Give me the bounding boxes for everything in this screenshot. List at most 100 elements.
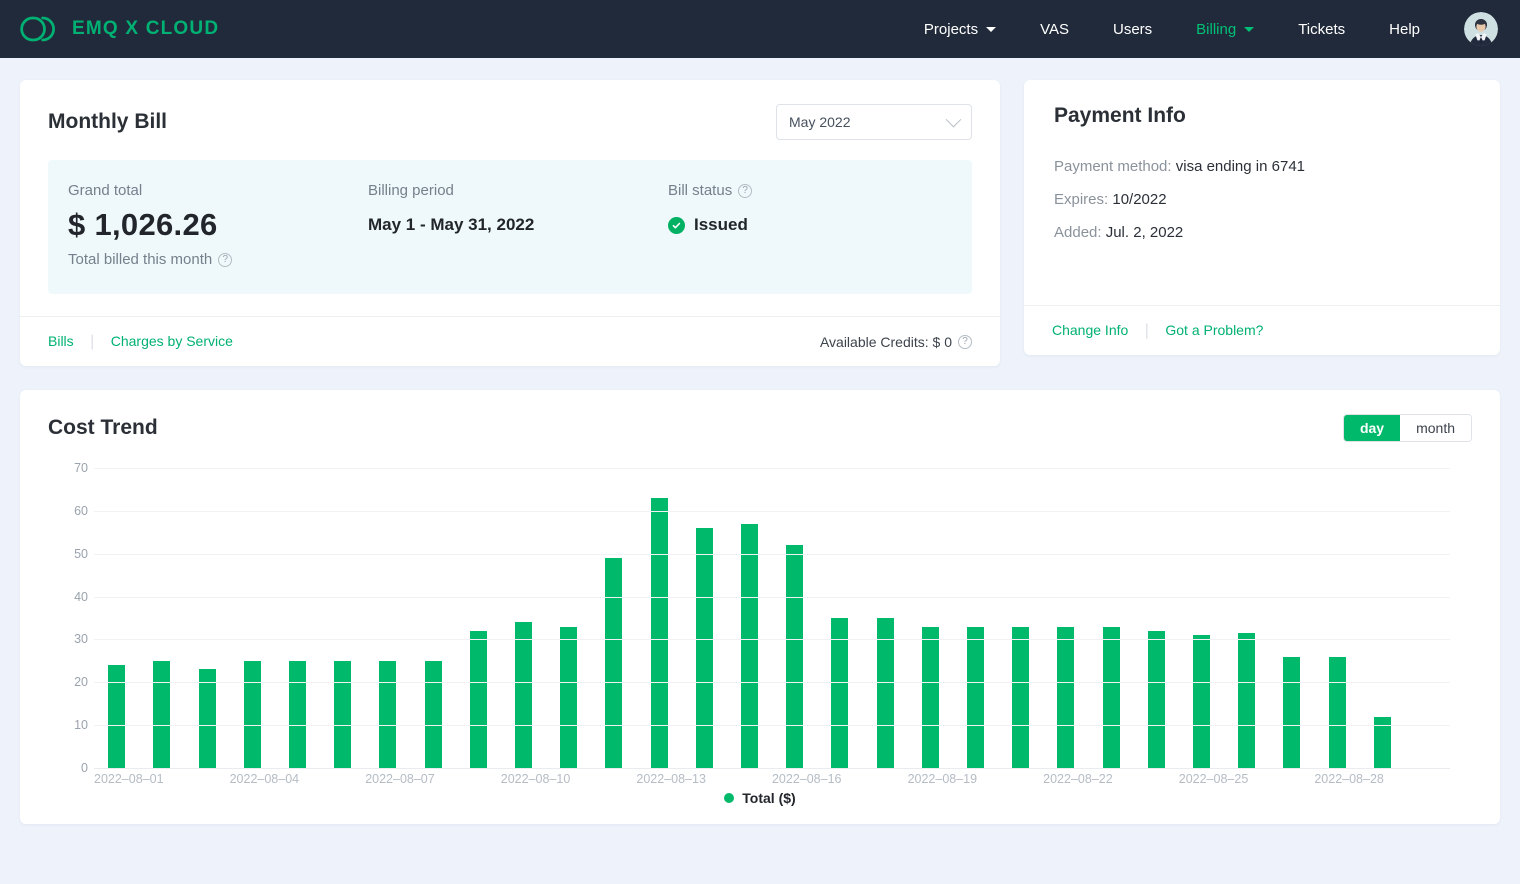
bar-slot[interactable] <box>727 468 772 768</box>
cost-trend-card: Cost Trend day month 2022–08–01 2022–08–0… <box>20 390 1500 824</box>
bar-slot[interactable] <box>1314 468 1359 768</box>
bar-slot[interactable] <box>1269 468 1314 768</box>
chart-bar[interactable] <box>379 660 397 768</box>
bill-summary: Grand total $ 1,026.26 Total billed this… <box>48 160 972 294</box>
bar-slot[interactable] <box>456 468 501 768</box>
bar-slot[interactable] <box>998 468 1043 768</box>
chart-bar[interactable] <box>831 618 849 768</box>
help-circle-icon[interactable]: ? <box>738 183 753 198</box>
brand-logo-area[interactable]: EMQ X CLOUD <box>18 14 219 44</box>
billing-period-block: Billing period May 1 - May 31, 2022 <box>348 182 648 268</box>
chart-bar[interactable] <box>786 545 804 768</box>
legend-color-swatch <box>724 793 735 803</box>
chevron-down-icon <box>945 111 962 127</box>
bar-slot[interactable] <box>862 468 907 768</box>
nav-item-projects[interactable]: Projects <box>902 0 1018 58</box>
nav-item-vas[interactable]: VAS <box>1018 0 1091 58</box>
got-a-problem-link[interactable]: Got a Problem? <box>1165 322 1263 338</box>
chart-bar[interactable] <box>1238 633 1256 768</box>
bar-slot[interactable] <box>953 468 998 768</box>
chart-bar[interactable] <box>876 618 894 768</box>
bar-slot[interactable] <box>501 468 546 768</box>
chart-bar[interactable] <box>1102 626 1120 768</box>
chart-bar[interactable] <box>288 660 306 768</box>
bar-slot[interactable] <box>1043 468 1088 768</box>
x-axis-tick <box>842 772 875 792</box>
bar-slot[interactable] <box>682 468 727 768</box>
bar-slot[interactable] <box>275 468 320 768</box>
bar-slot[interactable] <box>365 468 410 768</box>
x-axis-tick <box>570 772 603 792</box>
bar-slot[interactable] <box>636 468 681 768</box>
toggle-month[interactable]: month <box>1400 415 1471 441</box>
bar-slot[interactable] <box>908 468 953 768</box>
grand-total-value: $ 1,026.26 <box>68 207 218 242</box>
bills-link[interactable]: Bills <box>48 333 74 349</box>
chart-bar[interactable] <box>153 660 171 768</box>
grand-total-label: Grand total <box>68 182 143 199</box>
help-circle-icon[interactable]: ? <box>958 334 972 349</box>
bar-slot[interactable] <box>817 468 862 768</box>
expires-value: 10/2022 <box>1112 191 1167 208</box>
bar-slot[interactable] <box>1088 468 1133 768</box>
bar-slot[interactable] <box>410 468 455 768</box>
chart-bar[interactable] <box>469 630 487 768</box>
nav-item-users[interactable]: Users <box>1091 0 1174 58</box>
change-info-link[interactable]: Change Info <box>1052 322 1128 338</box>
chart-bar[interactable] <box>198 669 216 768</box>
nav-item-tickets[interactable]: Tickets <box>1276 0 1367 58</box>
payment-method-row: Payment method: visa ending in 6741 <box>1054 158 1470 175</box>
x-axis-tick <box>977 772 1010 792</box>
bar-slot[interactable] <box>139 468 184 768</box>
chart-bar[interactable] <box>605 558 623 768</box>
chart-bar[interactable] <box>921 626 939 768</box>
chart-bar[interactable] <box>1283 656 1301 768</box>
bar-slot[interactable] <box>1405 468 1450 768</box>
bar-slot[interactable] <box>1134 468 1179 768</box>
bar-slot[interactable] <box>94 468 139 768</box>
chart-bar[interactable] <box>740 523 758 768</box>
bar-slot[interactable] <box>320 468 365 768</box>
bar-slot[interactable] <box>1179 468 1224 768</box>
charges-by-service-link[interactable]: Charges by Service <box>111 333 233 349</box>
chart-bar[interactable] <box>424 660 442 768</box>
x-axis-tick <box>1113 772 1146 792</box>
payment-info-footer: Change Info | Got a Problem? <box>1024 305 1500 355</box>
chart-bar[interactable] <box>1147 630 1165 768</box>
chart-bar[interactable] <box>108 665 126 768</box>
chart-bar[interactable] <box>514 622 532 768</box>
chart-bar[interactable] <box>695 528 713 768</box>
chart-bar[interactable] <box>650 498 668 768</box>
chart-bar[interactable] <box>560 626 578 768</box>
toggle-day[interactable]: day <box>1343 415 1401 441</box>
cost-trend-header: Cost Trend day month <box>20 390 1500 442</box>
x-axis-tick: 2022–08–22 <box>1043 772 1113 786</box>
bar-slot[interactable] <box>1360 468 1405 768</box>
y-axis-tick: 60 <box>74 503 88 518</box>
bar-slot[interactable] <box>1224 468 1269 768</box>
bar-slot[interactable] <box>230 468 275 768</box>
bar-slot[interactable] <box>772 468 817 768</box>
nav-item-billing[interactable]: Billing <box>1174 0 1276 58</box>
chart-bar[interactable] <box>966 626 984 768</box>
nav-item-help[interactable]: Help <box>1367 0 1442 58</box>
grid-line <box>94 768 1450 769</box>
chart-bar[interactable] <box>1192 635 1210 768</box>
chart-bar[interactable] <box>334 660 352 768</box>
bar-slot[interactable] <box>546 468 591 768</box>
chart-bar[interactable] <box>1328 656 1346 768</box>
user-avatar <box>1464 12 1498 46</box>
chart-bar[interactable] <box>1057 626 1075 768</box>
grid-line <box>94 682 1450 684</box>
chart-bar[interactable] <box>243 660 261 768</box>
chart-bar[interactable] <box>1012 626 1030 768</box>
help-circle-icon[interactable]: ? <box>218 252 233 267</box>
avatar-button[interactable] <box>1442 12 1502 46</box>
x-axis-tick <box>197 772 230 792</box>
bar-slot[interactable] <box>591 468 636 768</box>
payment-method-label: Payment method: <box>1054 158 1172 175</box>
billing-period-label: Billing period <box>368 182 454 199</box>
bar-slot[interactable] <box>184 468 229 768</box>
billing-period-value: May 1 - May 31, 2022 <box>368 215 535 234</box>
month-selector[interactable]: May 2022 <box>776 104 972 140</box>
